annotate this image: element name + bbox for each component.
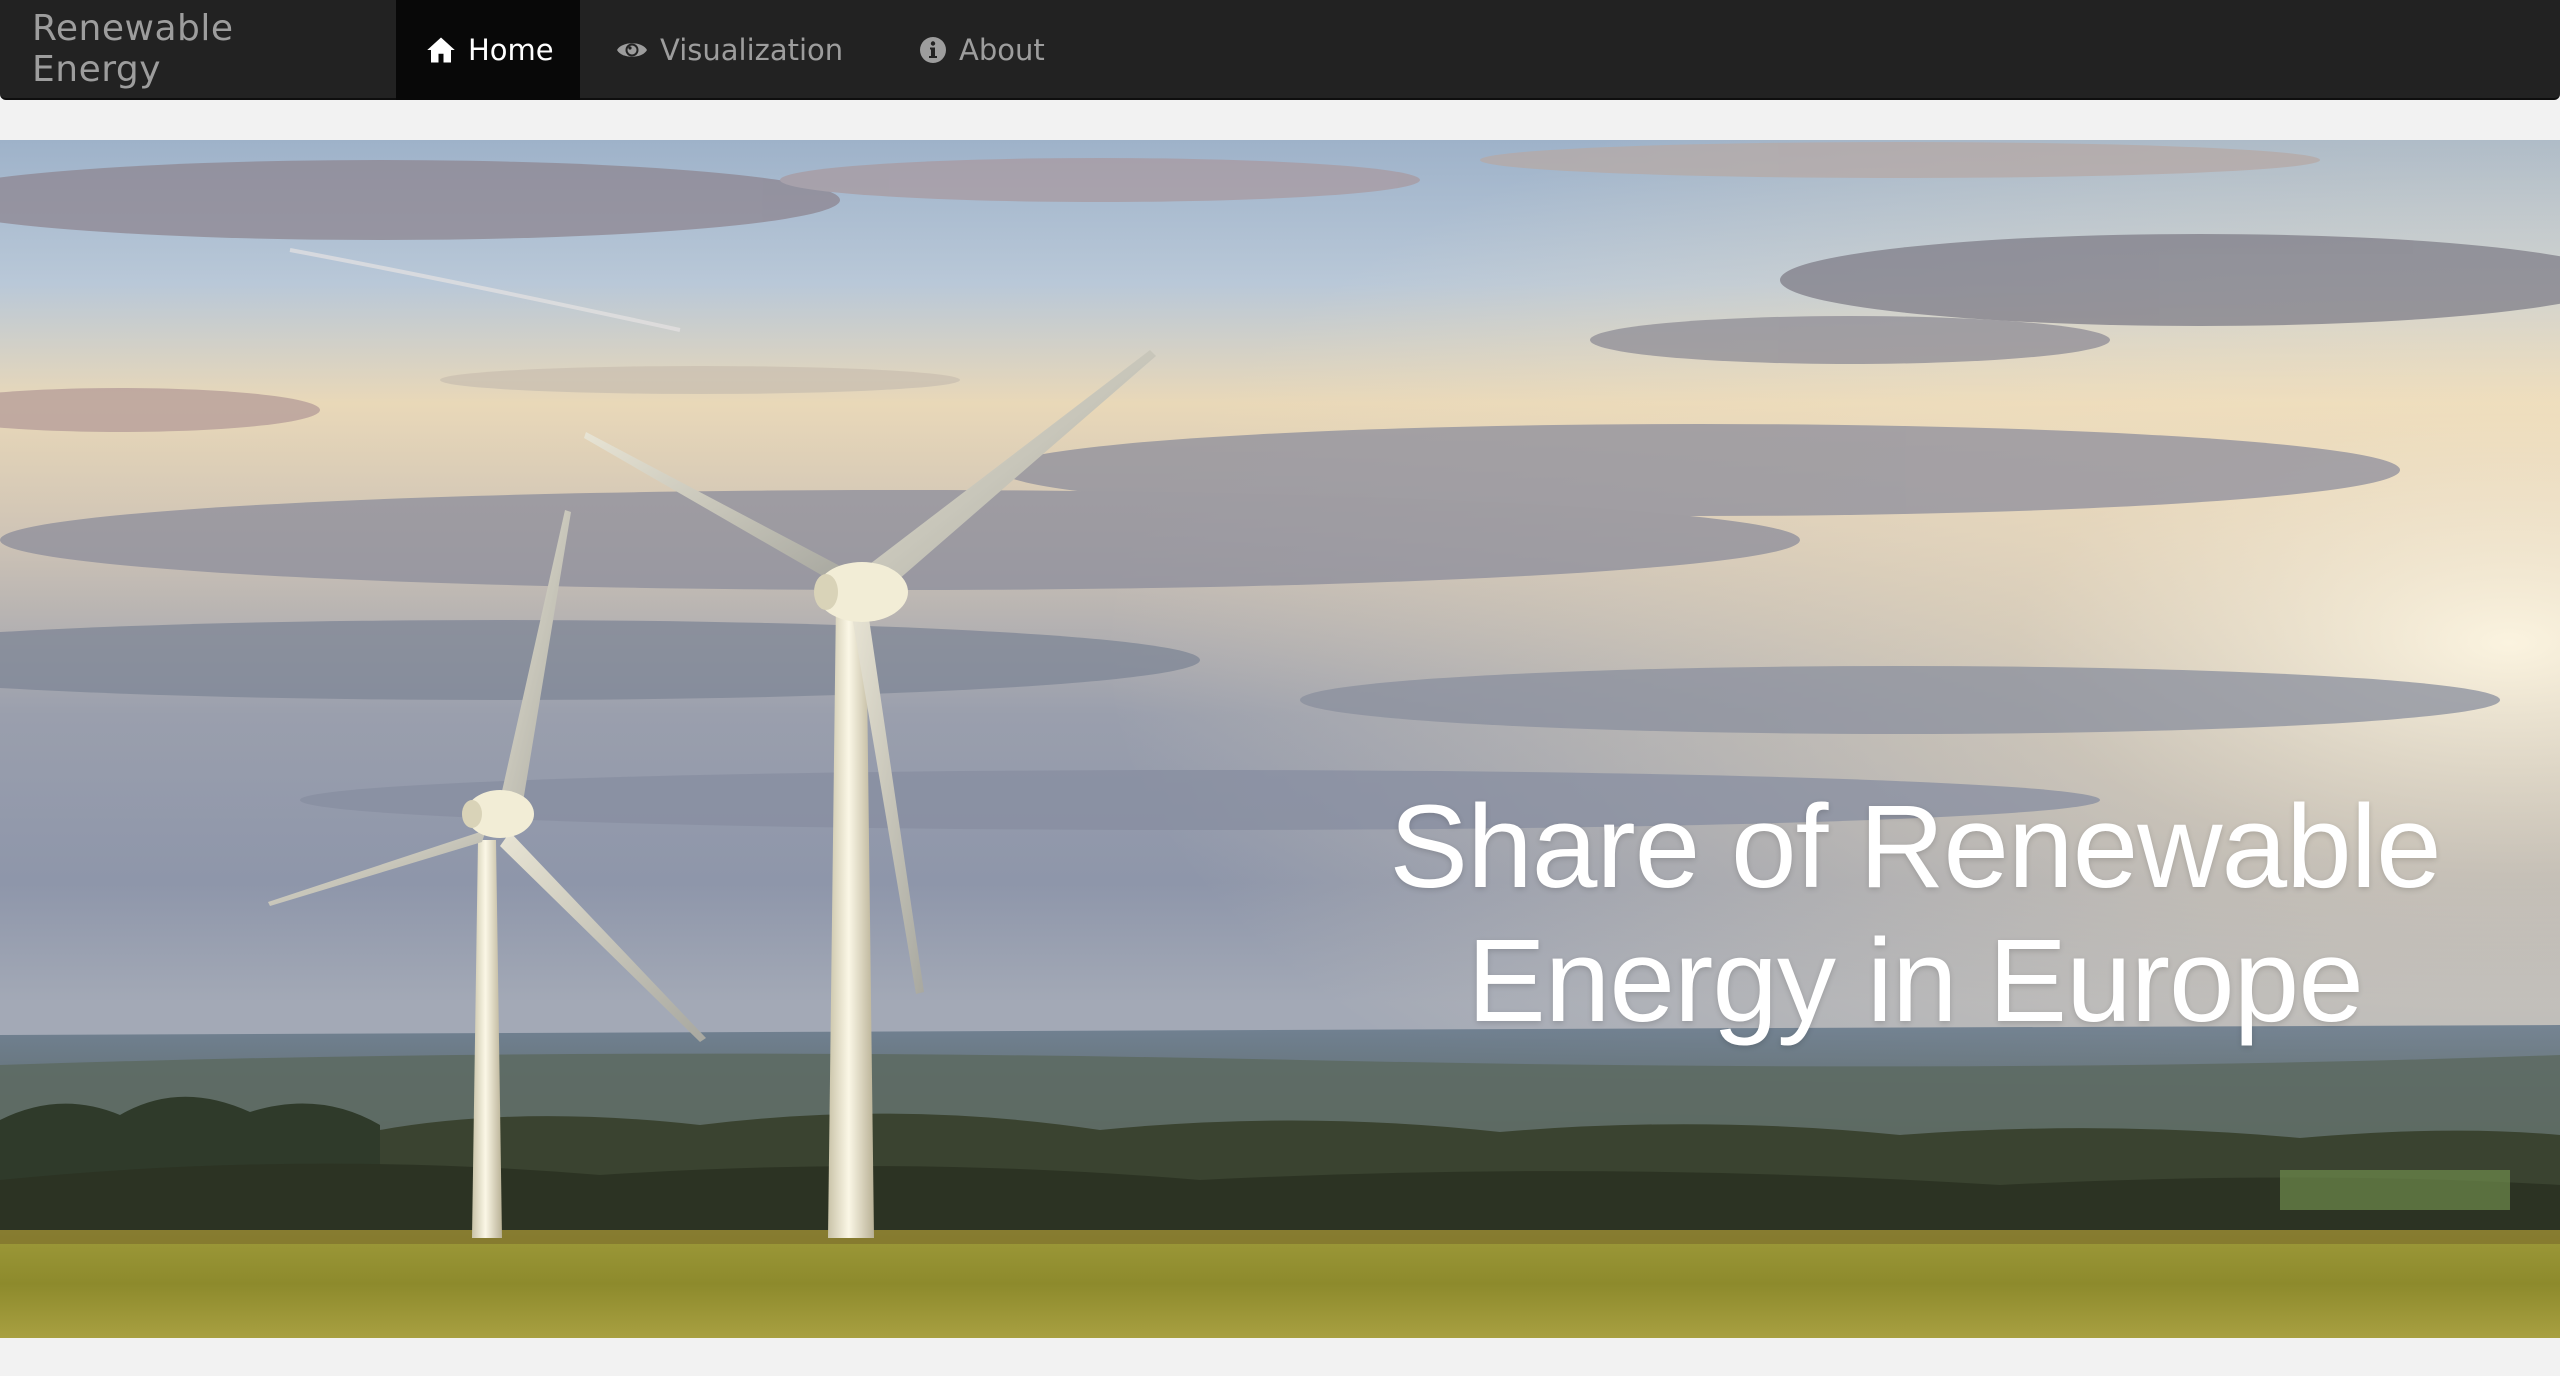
info-icon (919, 36, 947, 64)
top-navbar: Renewable Energy Home Visualization Abou… (0, 0, 2560, 100)
brand-link[interactable]: Renewable Energy (0, 0, 396, 98)
nav-home-label: Home (468, 33, 554, 67)
nav-about-label: About (959, 33, 1045, 67)
home-icon (426, 35, 456, 65)
nav-visualization[interactable]: Visualization (580, 0, 889, 100)
nav-home[interactable]: Home (396, 0, 580, 100)
hero-title: Share of Renewable Energy in Europe (1389, 781, 2441, 1047)
eye-icon (616, 38, 648, 62)
nav-about[interactable]: About (889, 0, 1075, 100)
hero-banner: Share of Renewable Energy in Europe (0, 140, 2560, 1338)
wind-turbines-image (0, 140, 2560, 1338)
nav-visualization-label: Visualization (660, 33, 844, 67)
